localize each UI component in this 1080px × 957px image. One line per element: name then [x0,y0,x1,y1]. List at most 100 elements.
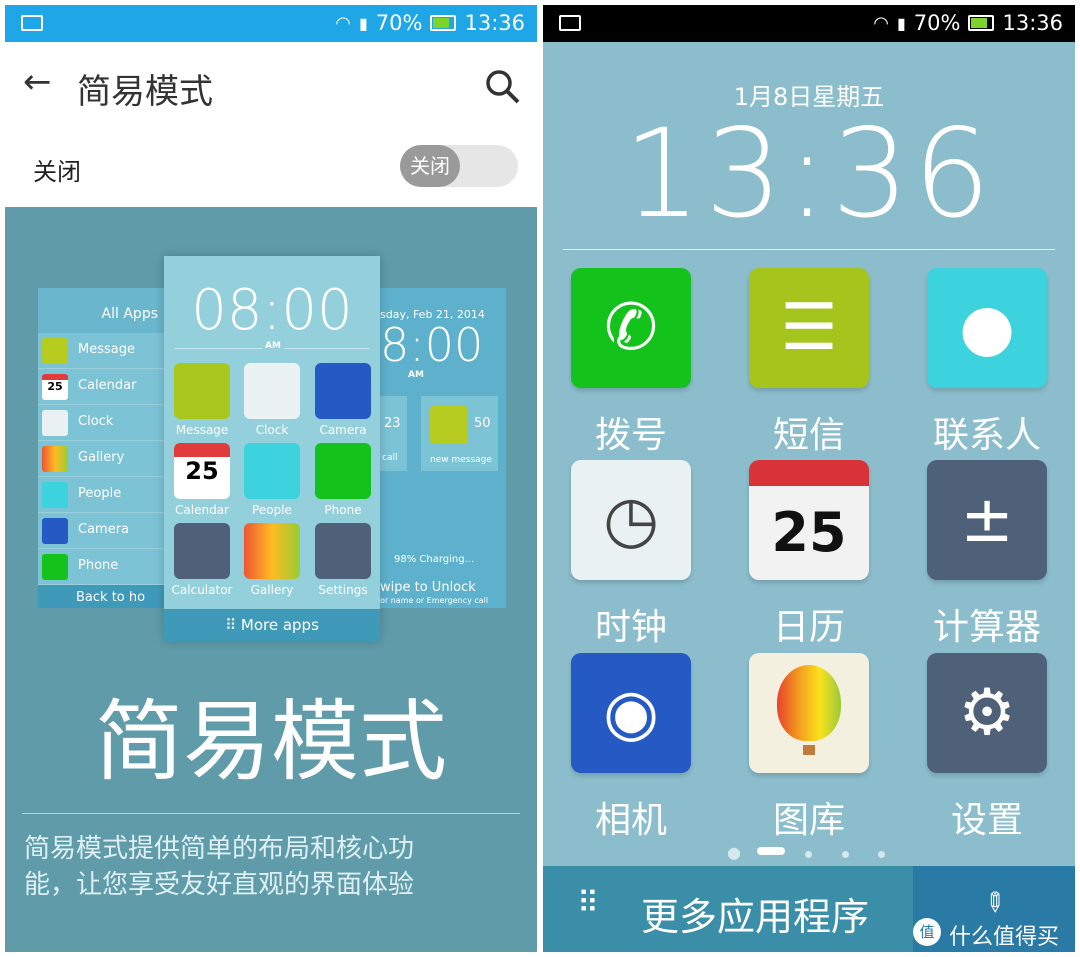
lock-clock: 8:00 [380,318,484,372]
page-indicator-active[interactable] [757,847,785,855]
app-calendar[interactable]: 25 [749,460,869,580]
app-label: 设置 [950,800,1023,841]
mini-label: Phone [324,503,362,517]
clock[interactable]: 13:36 [543,103,1075,245]
app-header: ← 简易模式 [5,42,537,125]
app-label: 时钟 [594,607,667,648]
mini-label: Settings [318,583,368,597]
battery-percent: 70% [913,11,961,35]
camera-icon: ◉ [603,676,659,750]
page-dot[interactable] [842,851,849,858]
wifi-icon: ◠ [873,12,889,34]
preview-clock: 08:00 [191,278,353,343]
unlock-sub: or name or Emergency call [380,596,489,605]
calculator-icon: ± [960,483,1014,557]
phone-icon: ✆ [604,291,658,365]
mini-calendar-day: 25 [174,443,230,499]
watermark-logo: 值 [913,918,941,946]
preview-all-apps-card: All Apps Message 25 Calendar Clock Galler… [38,288,166,608]
preview-home-card: 08:00 AM 25 Message Clock Camera Calenda… [164,256,380,641]
preview-more-apps: ⠿ More apps [164,609,380,641]
mini-label: Calendar [175,503,229,517]
easy-mode-settings-screen: ◠ ▮ 70% 13:36 ← 简易模式 关闭 关闭 All Apps Mess… [5,5,537,952]
divider [563,249,1055,250]
description: 简易模式提供简单的布局和核心功 能，让您享受友好直观的界面体验 [24,834,415,900]
big-title: 简易模式 [94,690,447,793]
status-bar: ◠ ▮ 70% 13:36 [5,5,537,42]
mini-label: Calculator [171,583,233,597]
app-gallery[interactable] [749,653,869,773]
gallery-notification-icon [559,15,581,31]
wifi-icon: ◠ [335,12,351,34]
contacts-icon: ● [959,291,1015,365]
home-user-icon: ● [727,843,741,862]
app-label: 拨号 [594,415,667,456]
back-arrow-icon[interactable]: ← [23,62,52,102]
switch-knob: 关闭 [400,145,460,187]
app-label: 图库 [772,800,845,841]
app-clock[interactable]: ◷ [571,460,691,580]
charging-text: 98% Charging... [394,554,475,565]
lock-ampm: AM [408,370,424,380]
app-contacts[interactable]: ● [927,268,1047,388]
status-bar: ◠ ▮ 70% 13:36 [543,5,1075,42]
divider [22,813,520,814]
app-settings[interactable]: ⚙ [927,653,1047,773]
easy-mode-switch[interactable]: 关闭 [400,145,518,187]
list-item: Gallery [78,450,125,465]
settings-icon: ⚙ [958,676,1016,750]
mini-label: Clock [255,423,289,437]
app-label: 相机 [594,800,667,841]
list-item: Calendar [78,378,137,393]
gallery-icon [749,653,869,773]
preview-lock-card: sday, Feb 21, 2014 8:00 AM 23 call 50 ne… [380,288,506,608]
list-item: Message [78,342,135,357]
battery-icon [430,15,457,31]
back-home-button: Back to ho [38,585,166,608]
mini-label: Gallery [250,583,294,597]
gallery-notification-icon [21,15,43,31]
unlock-text: wipe to Unlock [380,580,476,595]
calendar-icon: 25 [749,460,869,580]
search-icon[interactable] [485,69,521,105]
more-apps-label: 更多应用程序 [641,895,870,939]
mini-label: People [252,503,292,517]
app-camera[interactable]: ◉ [571,653,691,773]
mini-label: Camera [319,423,367,437]
list-item: Camera [78,522,130,537]
msg-label: new message [430,455,492,465]
status-time: 13:36 [464,11,525,35]
app-calculator[interactable]: ± [927,460,1047,580]
grid-dots-icon: ⠿ [577,886,599,921]
status-time: 13:36 [1002,11,1063,35]
mini-label: Message [175,423,229,437]
battery-percent: 70% [375,11,423,35]
msg-count: 50 [474,416,491,431]
battery-icon [968,15,995,31]
app-label: 联系人 [932,415,1041,456]
watermark-text: 什么值得买 [949,925,1060,950]
more-apps-button[interactable]: ⠿ 更多应用程序 [543,866,913,952]
sim-icon: ▮ [896,13,906,33]
missed-count: 23 [384,416,401,431]
clock-icon: ◷ [603,483,659,557]
app-phone[interactable]: ✆ [571,268,691,388]
app-message[interactable]: ☰ [749,268,869,388]
toggle-label: 关闭 [33,158,81,186]
page-dot[interactable] [805,851,812,858]
easy-mode-toggle-row[interactable]: 关闭 关闭 [5,125,537,207]
edit-button[interactable]: ✎ 值 什么值得买 [913,866,1075,952]
app-label: 日历 [772,607,845,648]
list-item: People [78,486,122,501]
all-apps-title: All Apps [101,306,158,322]
page-title: 简易模式 [77,72,213,112]
missed-label: call [382,453,398,463]
app-label: 短信 [772,415,845,456]
list-item: Phone [78,558,119,573]
message-icon: ☰ [780,291,838,365]
list-item: Clock [78,414,114,429]
pencil-icon: ✎ [975,884,1013,922]
easy-mode-home-screen: ◠ ▮ 70% 13:36 1月8日星期五 13:36 ✆ 拨号 ☰ 短信 ● 联系人 ◷ 时… [543,5,1075,952]
preview-ampm: AM [262,341,284,351]
page-dot[interactable] [878,851,885,858]
